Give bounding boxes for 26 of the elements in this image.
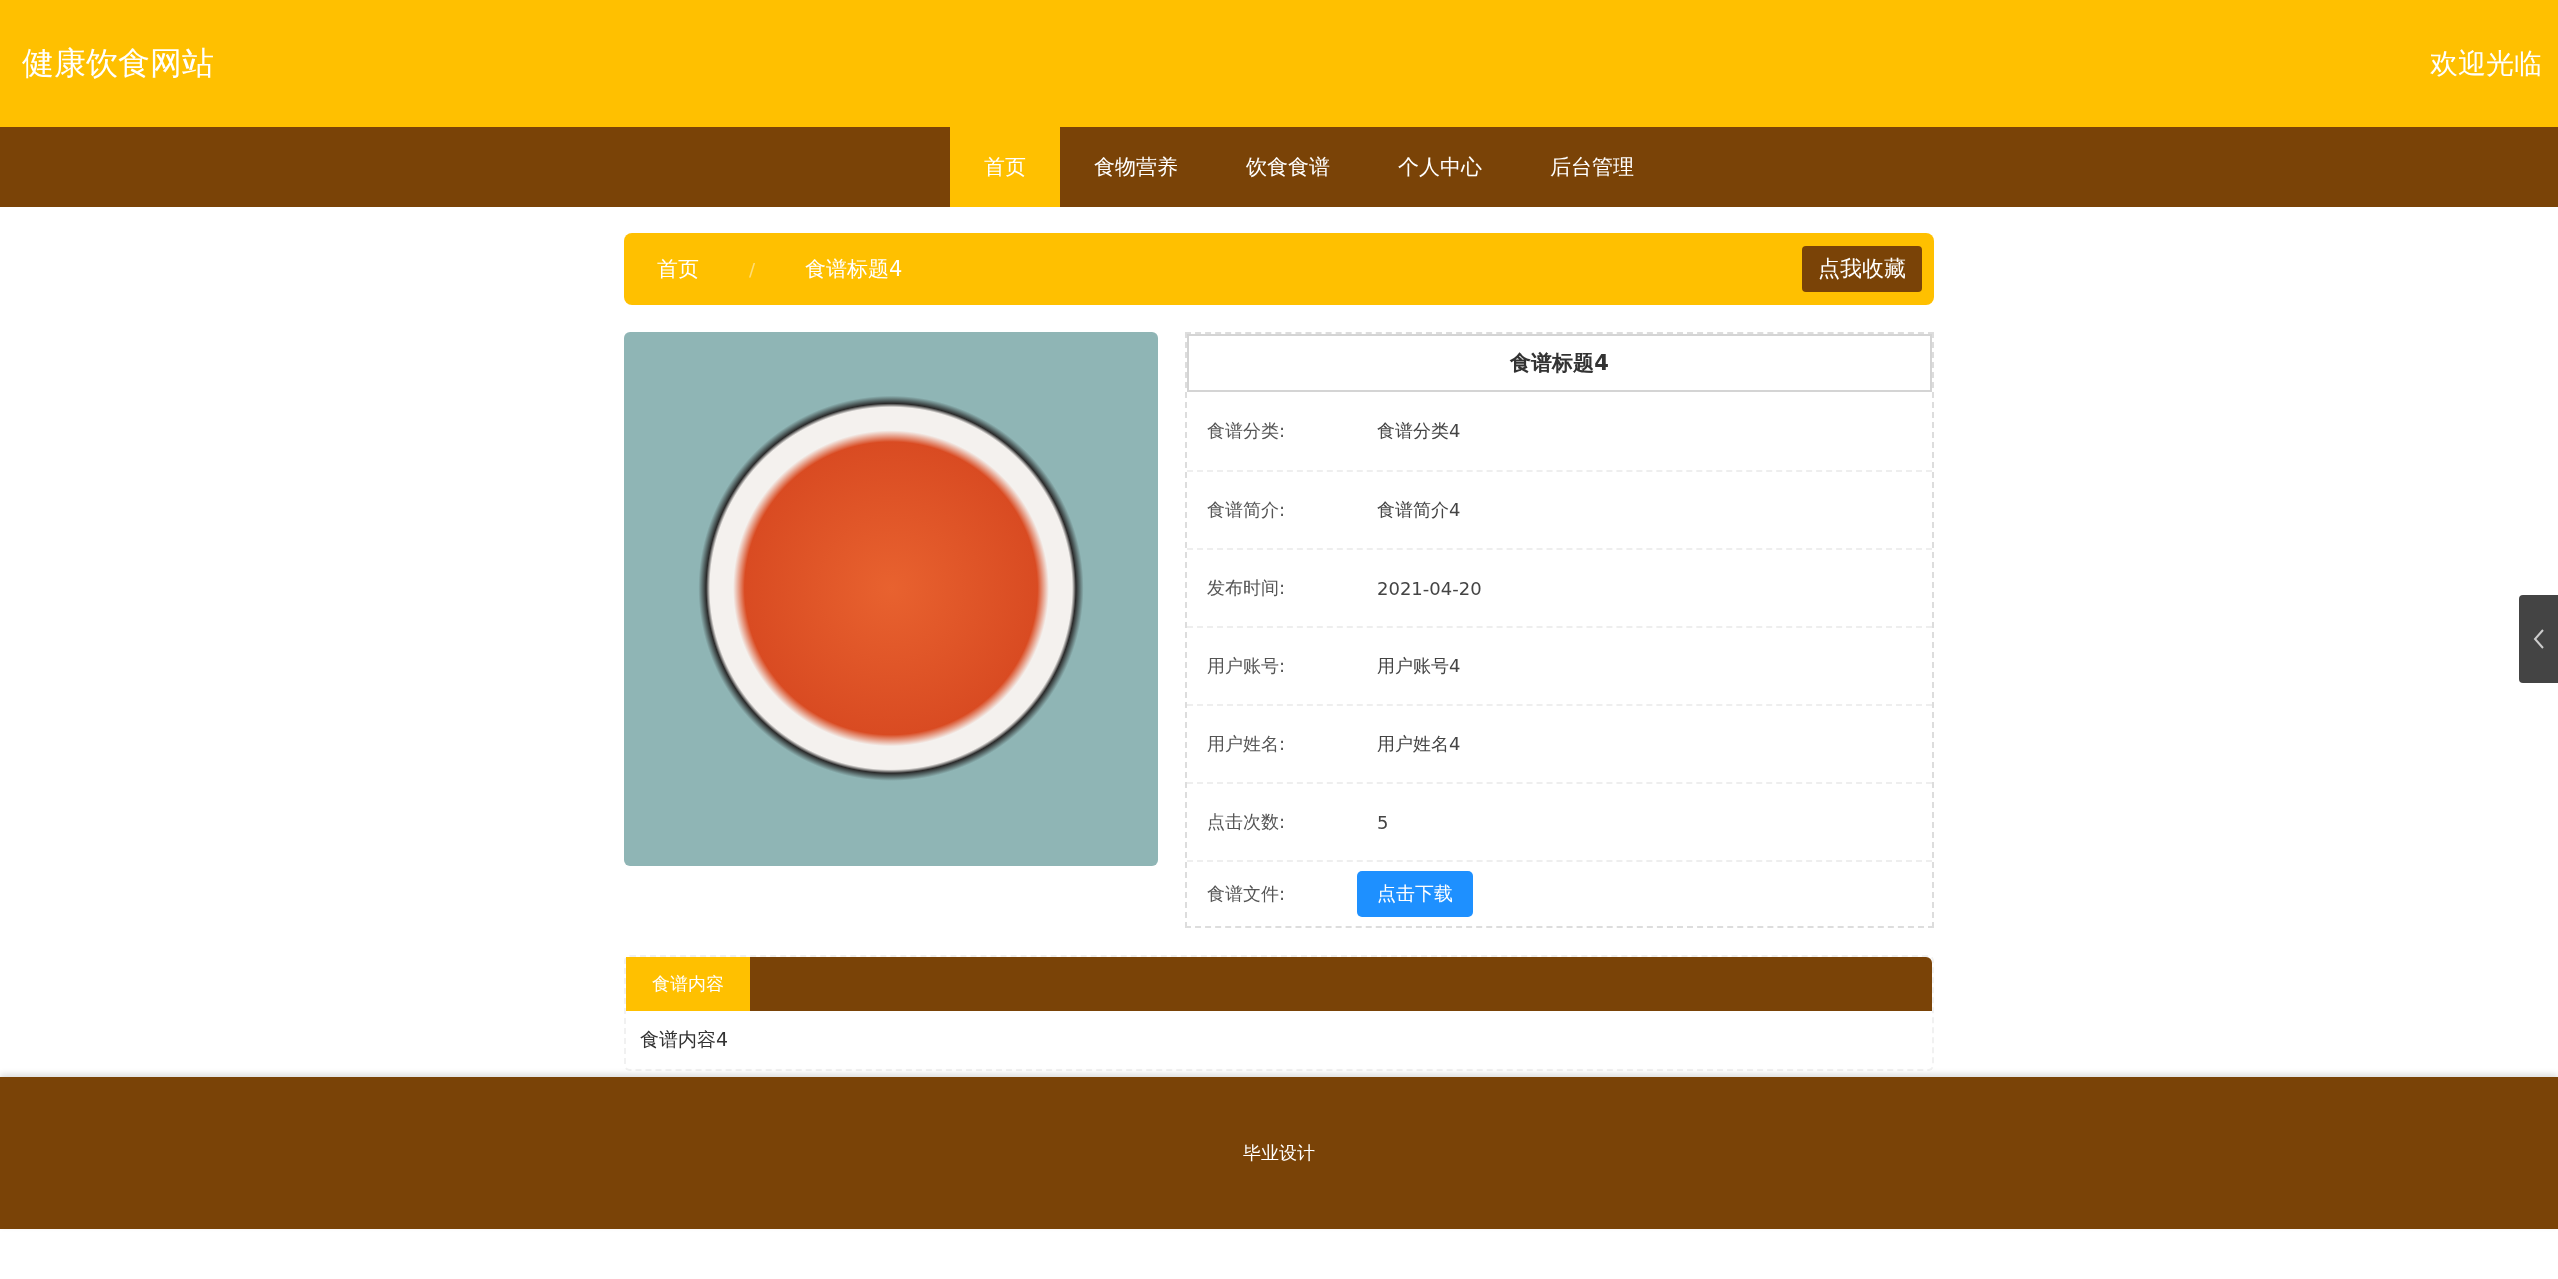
field-value: 5 — [1377, 811, 1389, 833]
footer-text: 毕业设计 — [1243, 1141, 1315, 1165]
field-value: 用户姓名4 — [1377, 732, 1461, 756]
field-label: 点击次数: — [1207, 810, 1287, 834]
field-value: 食谱分类4 — [1377, 419, 1461, 443]
field-label: 食谱文件: — [1207, 882, 1287, 906]
field-label: 用户账号: — [1207, 654, 1287, 678]
nav-tab[interactable]: 个人中心 — [1364, 127, 1516, 207]
field-label: 食谱简介: — [1207, 498, 1287, 522]
nav-tab[interactable]: 后台管理 — [1516, 127, 1668, 207]
welcome-text: 欢迎光临 — [2430, 45, 2542, 82]
field-label: 发布时间: — [1207, 576, 1287, 600]
field-value: 食谱简介4 — [1377, 498, 1461, 522]
chevron-left-icon — [2532, 628, 2545, 650]
field-label: 食谱分类: — [1207, 419, 1287, 443]
field-label: 用户姓名: — [1207, 732, 1287, 756]
site-title: 健康饮食网站 — [22, 42, 214, 84]
nav-tab[interactable]: 饮食食谱 — [1212, 127, 1364, 207]
detail-title: 食谱标题4 — [1187, 334, 1932, 392]
side-panel-toggle[interactable] — [2519, 595, 2558, 683]
field-value: 用户账号4 — [1377, 654, 1461, 678]
content-text: 食谱内容4 — [639, 1027, 730, 1052]
nav-tab[interactable]: 食物营养 — [1060, 127, 1212, 207]
field-value: 2021-04-20 — [1377, 577, 1482, 599]
favorite-button[interactable]: 点我收藏 — [1802, 246, 1922, 292]
breadcrumb-separator: / — [749, 258, 756, 280]
